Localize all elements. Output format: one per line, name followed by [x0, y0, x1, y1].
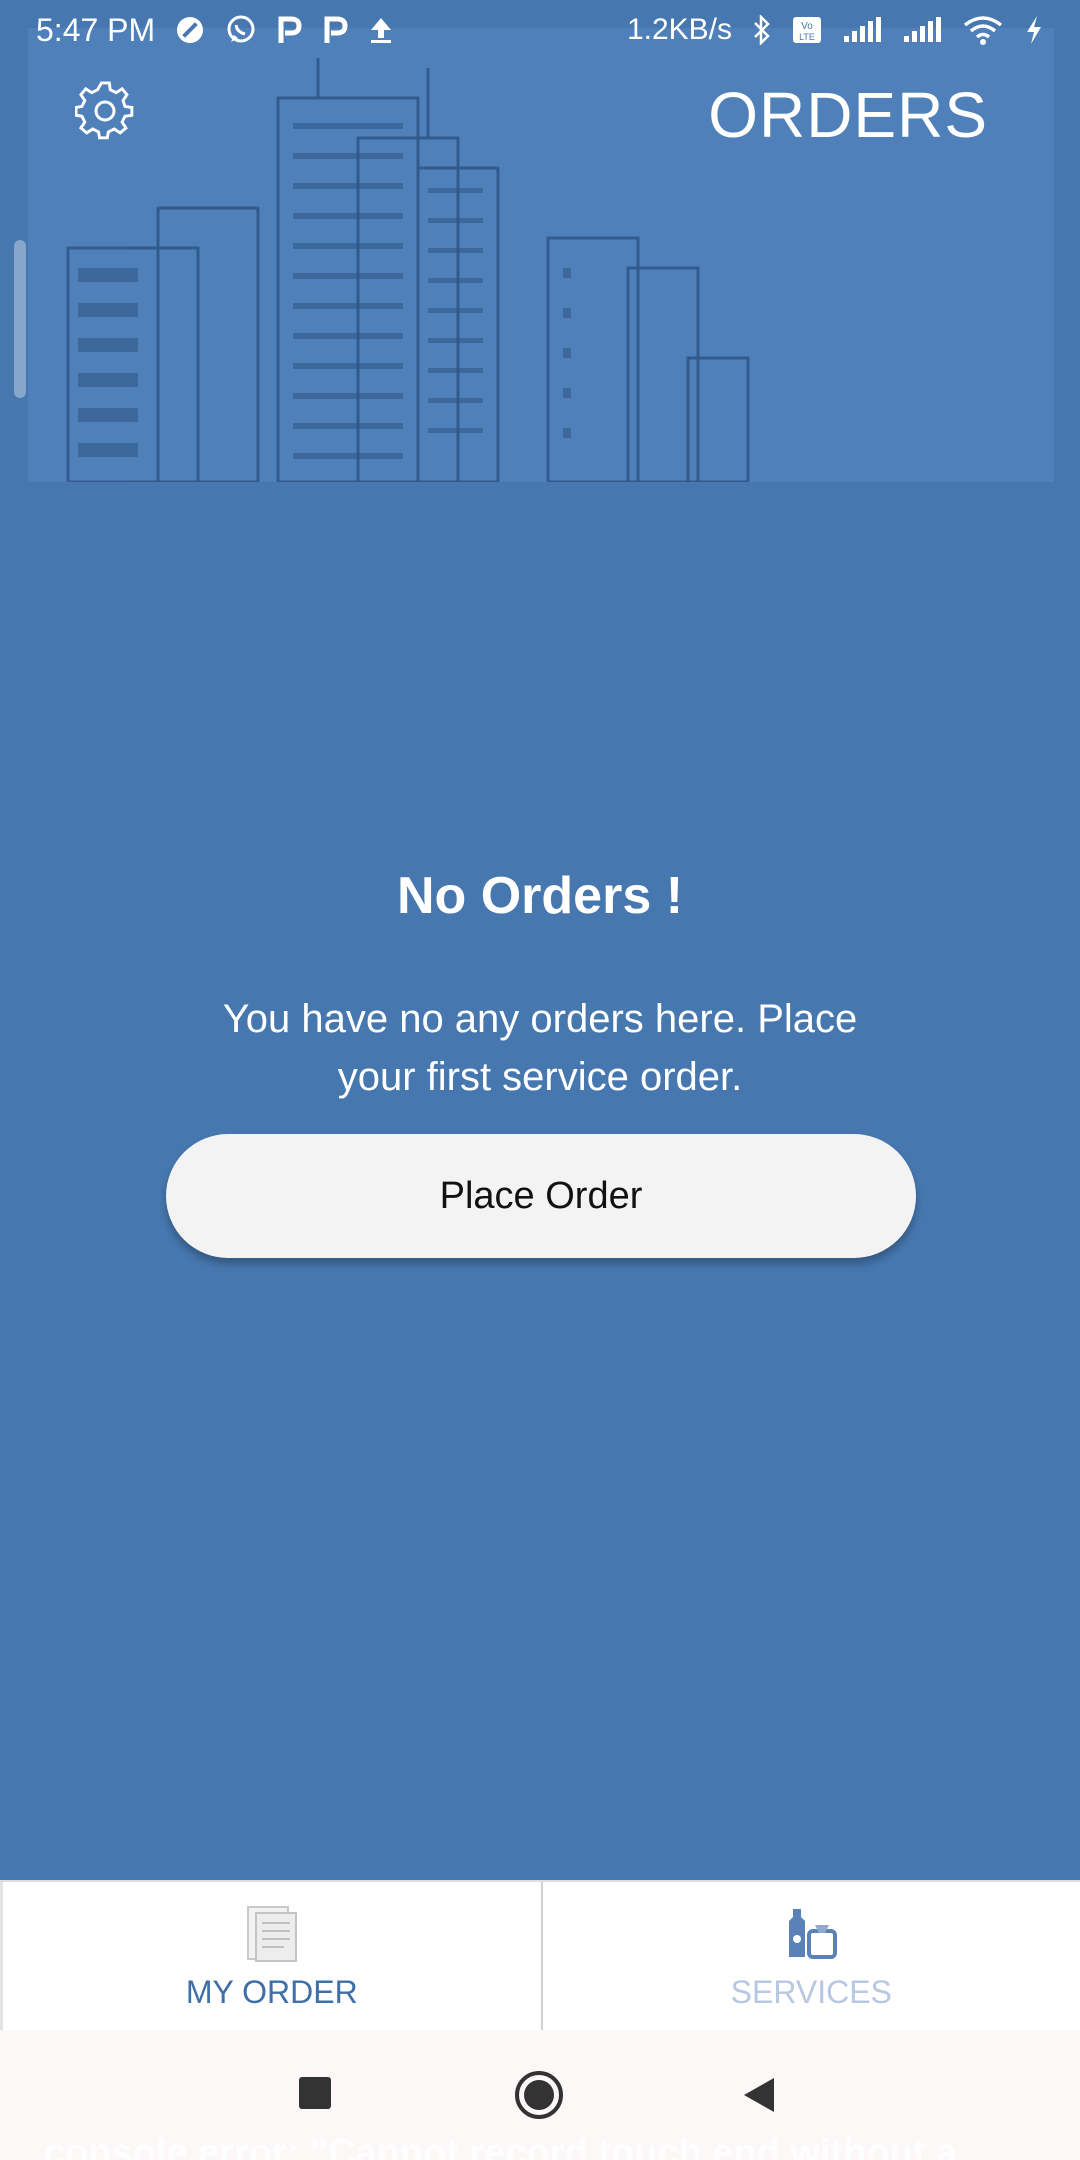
tools-icon: [781, 1903, 841, 1968]
console-error-overlay: console.error: "Cannot record touch end …: [44, 2132, 958, 2160]
page-title: ORDERS: [708, 79, 988, 151]
document-icon: [244, 1903, 300, 1968]
settings-button[interactable]: [74, 80, 136, 146]
dnd-icon: [175, 15, 205, 45]
p-app-icon: [277, 15, 303, 45]
scroll-indicator[interactable]: [14, 240, 26, 398]
system-nav-bar: console.error: "Cannot record touch end …: [0, 2030, 1080, 2160]
p-app-icon: [323, 15, 349, 45]
place-order-button[interactable]: Place Order: [166, 1134, 916, 1258]
upload-icon: [369, 16, 393, 44]
charging-icon: [1024, 15, 1044, 45]
svg-text:Vo: Vo: [801, 21, 813, 32]
nav-item-my-order[interactable]: MY ORDER: [0, 1882, 543, 2032]
empty-state-title: No Orders !: [396, 867, 684, 925]
volte-icon: Vo LTE: [792, 16, 822, 44]
nav-item-services[interactable]: SERVICES: [543, 1882, 1080, 2032]
empty-state-message: You have no any orders here. Place your …: [222, 997, 858, 1099]
signal-icon: [842, 16, 882, 44]
wifi-icon: [962, 15, 1004, 45]
recents-icon: [298, 2076, 332, 2115]
whatsapp-icon: [225, 14, 257, 46]
svg-text:LTE: LTE: [799, 32, 815, 42]
home-button[interactable]: [514, 2070, 564, 2125]
gear-icon: [74, 80, 135, 146]
bluetooth-icon: [752, 15, 772, 45]
back-icon: [742, 2076, 776, 2119]
nav-label-services: SERVICES: [730, 1974, 892, 2010]
network-speed: 1.2KB/s: [626, 13, 732, 46]
nav-label-my-order: MY ORDER: [185, 1974, 358, 2010]
home-icon: [514, 2070, 564, 2125]
recents-button[interactable]: [298, 2076, 332, 2115]
status-bar: 5:47 PM 1.2KB/s Vo LTE: [0, 0, 1080, 60]
bottom-navigation: MY ORDER SERVICES: [0, 1880, 1080, 2032]
signal-icon: [902, 16, 942, 44]
back-button[interactable]: [742, 2076, 776, 2119]
status-time: 5:47 PM: [36, 11, 156, 48]
